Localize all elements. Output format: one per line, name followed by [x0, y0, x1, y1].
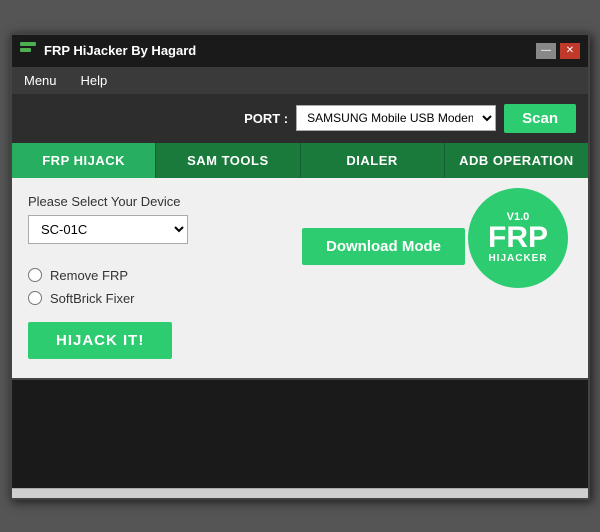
status-bar: [12, 488, 588, 498]
menubar: Menu Help: [12, 67, 588, 94]
window-title: FRP HiJacker By Hagard: [44, 43, 536, 58]
port-bar: PORT : SAMSUNG Mobile USB Modem (i... Sc…: [12, 94, 588, 143]
tab-dialer[interactable]: DIALER: [301, 143, 445, 178]
frp-logo: V1.0 FRP HIJACKER: [468, 188, 568, 288]
frp-text: FRP: [488, 223, 548, 253]
main-content: Please Select Your Device SC-01C SC-02C …: [12, 178, 588, 378]
device-select[interactable]: SC-01C SC-02C SC-03C: [28, 215, 188, 244]
radio-softbrick-fixer-label: SoftBrick Fixer: [50, 291, 135, 306]
title-controls: — ✕: [536, 43, 580, 59]
tab-frp-hijack[interactable]: FRP HIJACK: [12, 143, 156, 178]
radio-remove-frp-label: Remove FRP: [50, 268, 128, 283]
hijacker-text: HIJACKER: [488, 253, 547, 264]
app-icon: [20, 42, 36, 60]
download-mode-button[interactable]: Download Mode: [302, 228, 465, 265]
port-select[interactable]: SAMSUNG Mobile USB Modem (i...: [296, 105, 496, 131]
port-label: PORT :: [244, 111, 288, 126]
radio-remove-frp-input[interactable]: [28, 268, 42, 282]
console-area: [12, 378, 588, 488]
tab-sam-tools[interactable]: SAM TOOLS: [156, 143, 300, 178]
radio-softbrick-fixer-input[interactable]: [28, 291, 42, 305]
title-bar: FRP HiJacker By Hagard — ✕: [12, 35, 588, 67]
main-window: FRP HiJacker By Hagard — ✕ Menu Help POR…: [10, 33, 590, 500]
menu-item-help[interactable]: Help: [77, 71, 112, 90]
menu-item-menu[interactable]: Menu: [20, 71, 61, 90]
radio-softbrick-fixer[interactable]: SoftBrick Fixer: [28, 291, 572, 306]
tab-adb-operation[interactable]: ADB OPERATION: [445, 143, 588, 178]
hijack-button[interactable]: HIJACK IT!: [28, 322, 172, 359]
minimize-button[interactable]: —: [536, 43, 556, 59]
tab-bar: FRP HIJACK SAM TOOLS DIALER ADB OPERATIO…: [12, 143, 588, 178]
close-button[interactable]: ✕: [560, 43, 580, 59]
scan-button[interactable]: Scan: [504, 104, 576, 133]
